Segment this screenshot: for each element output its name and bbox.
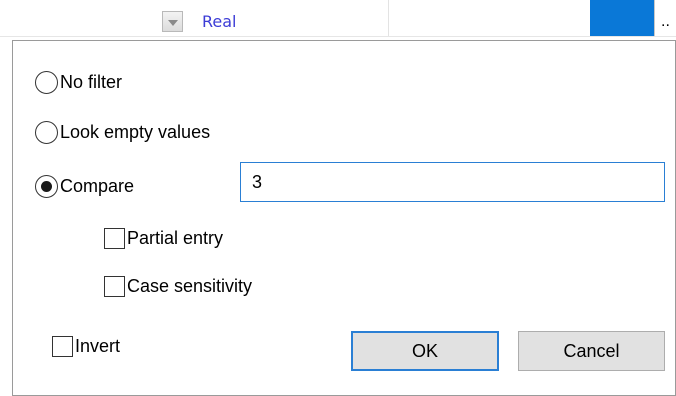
partial-entry-option[interactable]: Partial entry [104,228,223,249]
color-swatch[interactable] [590,0,654,36]
field-type-label: Real [202,12,237,31]
no-filter-label: No filter [60,72,123,92]
chevron-down-icon [167,19,178,26]
type-dropdown-button[interactable] [162,11,183,32]
case-sensitivity-checkbox[interactable] [104,276,125,297]
filter-dialog: No filter Look empty values Compare Part… [12,40,676,396]
field-header-row: Real .. [0,0,676,38]
invert-label: Invert [75,336,121,356]
no-filter-radio[interactable] [35,71,58,94]
column-separator [388,0,389,36]
look-empty-option[interactable]: Look empty values [35,121,210,144]
ellipsis-button[interactable]: .. [654,0,676,36]
cancel-button[interactable]: Cancel [518,331,665,371]
compare-option[interactable]: Compare [35,175,134,198]
radio-selected-dot [41,181,52,192]
case-sensitivity-label: Case sensitivity [127,276,253,296]
partial-entry-label: Partial entry [127,228,224,248]
compare-label: Compare [60,176,135,196]
no-filter-option[interactable]: No filter [35,71,122,94]
ok-button[interactable]: OK [351,331,499,371]
look-empty-label: Look empty values [60,122,211,142]
invert-checkbox[interactable] [52,336,73,357]
header-divider [0,36,676,37]
invert-option[interactable]: Invert [52,336,120,357]
partial-entry-checkbox[interactable] [104,228,125,249]
compare-radio[interactable] [35,175,58,198]
compare-value-input[interactable] [240,162,665,202]
case-sensitivity-option[interactable]: Case sensitivity [104,276,252,297]
look-empty-radio[interactable] [35,121,58,144]
